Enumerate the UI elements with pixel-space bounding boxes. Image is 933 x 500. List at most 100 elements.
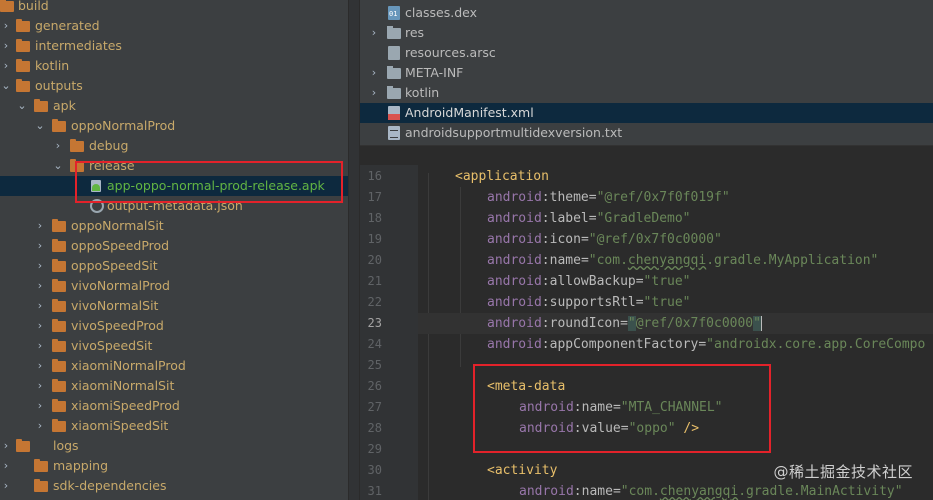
chevron-right-icon[interactable]: › — [0, 16, 13, 36]
string-token: "androidx.core.app.CoreCompo — [706, 337, 926, 352]
tree-item-xiaomi-normal-prod[interactable]: › xiaomiNormalProd — [0, 356, 348, 376]
chevron-down-icon[interactable]: ⌄ — [0, 76, 13, 96]
code-editor[interactable]: 16 17 18 19 20 21 22 23 24 25 26 27 28 2… — [360, 165, 933, 500]
chevron-down-icon[interactable]: ⌄ — [33, 116, 47, 136]
string-token: "true" — [643, 295, 691, 310]
tree-item-label: debug — [89, 138, 129, 153]
tree-item-label: oppoSpeedSit — [71, 258, 158, 273]
tree-item-xiaomi-normal-sit[interactable]: › xiaomiNormalSit — [0, 376, 348, 396]
chevron-right-icon[interactable]: › — [33, 296, 47, 316]
string-token: @ref/0x7f0c0000 — [635, 316, 754, 331]
apk-item-multidex-version[interactable]: androidsupportmultidexversion.txt — [360, 123, 933, 143]
tree-item-vivo-speed-sit[interactable]: › vivoSpeedSit — [0, 336, 348, 356]
chevron-right-icon[interactable]: › — [0, 476, 13, 496]
tree-item-vivo-speed-prod[interactable]: › vivoSpeedProd — [0, 316, 348, 336]
apk-item-label: kotlin — [405, 85, 440, 100]
line-number: 21 — [367, 274, 382, 288]
tree-item-generated[interactable]: › generated — [0, 16, 348, 36]
chevron-right-icon[interactable]: › — [33, 336, 47, 356]
apk-item-android-manifest[interactable]: AndroidManifest.xml — [360, 103, 933, 123]
code-line: android:name="com.chenyangqi.gradle.Main… — [418, 481, 933, 500]
chevron-down-icon[interactable]: ⌄ — [15, 96, 29, 116]
tree-item-vivo-normal-sit[interactable]: › vivoNormalSit — [0, 296, 348, 316]
chevron-right-icon[interactable]: › — [367, 23, 381, 43]
code-line: <application — [418, 166, 933, 187]
tree-item-vivo-normal-prod[interactable]: › vivoNormalProd — [0, 276, 348, 296]
chevron-right-icon[interactable]: › — [33, 236, 47, 256]
tree-item-logs[interactable]: › logs — [0, 436, 348, 456]
tree-item-build[interactable]: ⌄ build — [0, 0, 348, 16]
tree-item-sdk-dependencies[interactable]: › sdk-dependencies — [0, 476, 348, 496]
chevron-right-icon[interactable]: › — [367, 83, 381, 103]
code-line: android:icon="@ref/0x7f0c0000" — [418, 229, 933, 250]
chevron-right-icon[interactable]: › — [33, 276, 47, 296]
code-line: android:supportsRtl="true" — [418, 292, 933, 313]
chevron-right-icon[interactable]: › — [33, 316, 47, 336]
tree-item-xiaomi-speed-prod[interactable]: › xiaomiSpeedProd — [0, 396, 348, 416]
colon-token: : — [573, 484, 582, 499]
chevron-right-icon[interactable]: › — [0, 36, 13, 56]
chevron-down-icon[interactable]: ⌄ — [51, 156, 65, 176]
chevron-right-icon[interactable]: › — [0, 56, 13, 76]
line-number: 16 — [367, 169, 382, 183]
namespace-token: android — [487, 295, 542, 310]
chevron-right-icon[interactable]: › — [0, 456, 13, 476]
tree-item-oppo-speed-sit[interactable]: › oppoSpeedSit — [0, 256, 348, 276]
attribute-token: name — [581, 484, 613, 499]
folder-icon — [52, 359, 66, 372]
namespace-token: android — [487, 253, 542, 268]
chevron-right-icon[interactable]: › — [0, 436, 13, 456]
tree-item-oppo-normal-prod[interactable]: ⌄ oppoNormalProd — [0, 116, 348, 136]
tree-item-intermediates[interactable]: › intermediates — [0, 36, 348, 56]
string-token: "com. — [620, 484, 660, 499]
line-number: 30 — [367, 463, 382, 477]
namespace-token: android — [487, 316, 542, 331]
colon-token: : — [541, 295, 550, 310]
chevron-right-icon[interactable]: › — [367, 63, 381, 83]
tree-item-oppo-normal-sit[interactable]: › oppoNormalSit — [0, 216, 348, 236]
chevron-right-icon[interactable]: › — [33, 396, 47, 416]
chevron-right-icon[interactable]: › — [33, 256, 47, 276]
attribute-token: icon — [549, 232, 581, 247]
chevron-right-icon[interactable]: › — [33, 356, 47, 376]
equals-token: = — [588, 190, 597, 205]
line-number-gutter: 16 17 18 19 20 21 22 23 24 25 26 27 28 2… — [360, 165, 418, 500]
string-token: .gradle.MainActivity" — [738, 484, 903, 499]
chevron-right-icon[interactable]: › — [51, 136, 65, 156]
apk-item-kotlin[interactable]: › kotlin — [360, 83, 933, 103]
tree-item-apk[interactable]: ⌄ apk — [0, 96, 348, 116]
attribute-token: roundIcon — [549, 316, 621, 331]
tree-item-label: outputs — [35, 78, 83, 93]
panel-splitter[interactable] — [348, 0, 360, 500]
chevron-right-icon[interactable]: › — [33, 416, 47, 436]
tree-item-label: mapping — [53, 458, 109, 473]
apk-item-classes-dex[interactable]: classes.dex — [360, 3, 933, 23]
tree-item-debug[interactable]: › debug — [0, 136, 348, 156]
tree-item-oppo-speed-prod[interactable]: › oppoSpeedProd — [0, 236, 348, 256]
tree-item-xiaomi-speed-sit[interactable]: › xiaomiSpeedSit — [0, 416, 348, 436]
tree-item-outputs[interactable]: ⌄ outputs — [0, 76, 348, 96]
apk-item-meta-inf[interactable]: › META-INF — [360, 63, 933, 83]
folder-icon — [52, 259, 66, 272]
tree-item-label: logs — [53, 438, 79, 453]
namespace-token: android — [487, 211, 542, 226]
apk-item-label: META-INF — [405, 65, 464, 80]
code-line: android:name="com.chenyangqi.gradle.MyAp… — [418, 250, 933, 271]
tree-item-label: xiaomiSpeedSit — [71, 418, 169, 433]
tree-item-kotlin[interactable]: › kotlin — [0, 56, 348, 76]
tree-item-mapping[interactable]: › mapping — [0, 456, 348, 476]
tree-item-label: vivoNormalSit — [71, 298, 159, 313]
watermark: @稀土掘金技术社区 — [773, 463, 913, 481]
tree-item-label: oppoNormalProd — [71, 118, 176, 133]
code-line: android:appComponentFactory="androidx.co… — [418, 334, 933, 355]
line-number: 25 — [367, 358, 382, 372]
chevron-right-icon[interactable]: › — [33, 376, 47, 396]
line-number: 20 — [367, 253, 382, 267]
apk-item-res[interactable]: › res — [360, 23, 933, 43]
tree-item-label: oppoSpeedProd — [71, 238, 170, 253]
equals-token: = — [620, 316, 628, 331]
apk-item-resources-arsc[interactable]: resources.arsc — [360, 43, 933, 63]
chevron-right-icon[interactable]: › — [33, 216, 47, 236]
folder-icon — [16, 59, 30, 72]
line-number: 28 — [367, 421, 382, 435]
